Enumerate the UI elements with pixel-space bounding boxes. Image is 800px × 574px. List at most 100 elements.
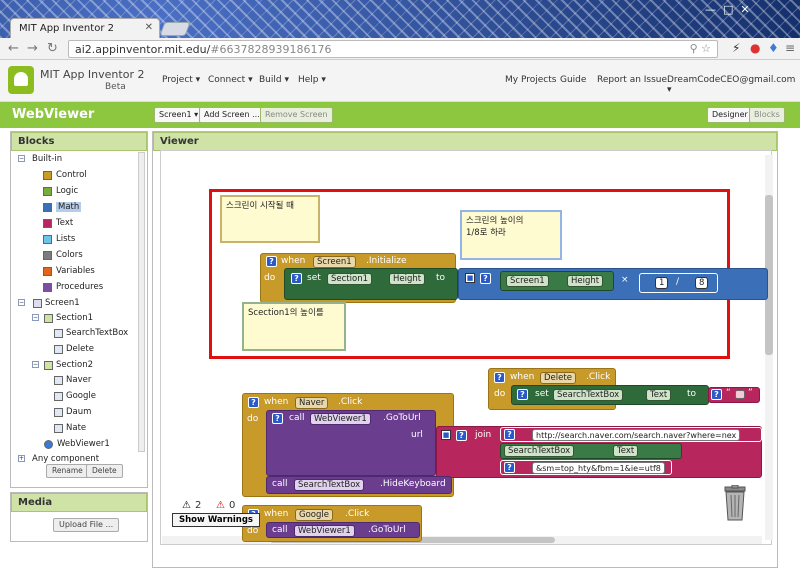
remove-screen-button[interactable]: Remove Screen (260, 107, 333, 123)
collapse-toggle[interactable]: − (32, 314, 39, 321)
help-icon[interactable]: ? (266, 256, 277, 267)
webviewer1-node[interactable]: WebViewer1 (57, 439, 110, 449)
builtin-item-text[interactable]: Text (56, 218, 73, 228)
property-dropdown[interactable]: Text (646, 389, 672, 401)
section1-node[interactable]: Section1 (56, 313, 93, 323)
help-icon[interactable]: ? (494, 372, 505, 383)
help-icon[interactable]: ? (504, 462, 515, 473)
search-icon[interactable]: ⚲ ☆ (690, 42, 711, 55)
browser-tab[interactable]: MIT App Inventor 2 ✕ (10, 18, 160, 38)
forward-icon[interactable]: → (27, 41, 38, 56)
section1-item[interactable]: SearchTextBox (66, 328, 128, 338)
designer-button[interactable]: Designer (707, 107, 753, 123)
section1-item[interactable]: Delete (66, 344, 94, 354)
browser-toolbar: ← → ↻ ai2.appinventor.mit.edu/#663782893… (0, 38, 800, 60)
component-dropdown[interactable]: Naver (295, 397, 329, 409)
screen-select-button[interactable]: Screen1 ▾ (154, 107, 204, 123)
reload-icon[interactable]: ↻ (47, 41, 58, 56)
menu-report-issue[interactable]: Report an Issue (597, 75, 667, 85)
mutator-gear-icon[interactable]: ■ (441, 430, 451, 440)
component-dropdown[interactable]: SearchTextBox (504, 445, 575, 457)
menu-icon[interactable]: ≡ (785, 41, 795, 55)
error-icon: ⚠ (216, 500, 225, 511)
component-dropdown[interactable]: WebViewer1 (294, 525, 355, 537)
builtin-item-variables[interactable]: Variables (56, 266, 95, 276)
help-icon[interactable]: ? (248, 397, 259, 408)
section2-item[interactable]: Daum (66, 407, 91, 417)
upload-file-button[interactable]: Upload File ... (53, 518, 120, 532)
builtin-item-logic[interactable]: Logic (56, 186, 78, 196)
blocks-scrollbar[interactable] (138, 152, 145, 452)
empty-string-field[interactable] (735, 390, 745, 399)
builtin-item-math[interactable]: Math (56, 202, 82, 212)
component-dropdown[interactable]: WebViewer1 (310, 413, 371, 425)
address-bar[interactable]: ai2.appinventor.mit.edu/#663782893918617… (68, 40, 718, 58)
component-dropdown[interactable]: SearchTextBox (294, 479, 365, 491)
collapse-toggle[interactable]: − (32, 361, 39, 368)
property-dropdown[interactable]: Height (389, 273, 426, 285)
back-icon[interactable]: ← (8, 41, 19, 56)
builtin-node[interactable]: Built-in (32, 154, 62, 164)
screen1-node[interactable]: Screen1 (45, 298, 80, 308)
extension-icon[interactable]: ⚡ (732, 41, 740, 55)
blocks-button[interactable]: Blocks (749, 107, 785, 123)
extension-icon-2[interactable]: ● (750, 41, 760, 55)
url-socket-label: url (411, 430, 423, 440)
comment-note[interactable]: 스크린이 시작될 때 (220, 195, 320, 243)
any-component-node[interactable]: Any component (32, 454, 99, 464)
builtin-item-lists[interactable]: Lists (56, 234, 75, 244)
help-icon[interactable]: ? (517, 389, 528, 400)
help-icon[interactable]: ? (456, 430, 467, 441)
property-dropdown[interactable]: Text (613, 445, 639, 457)
builtin-item-colors[interactable]: Colors (56, 250, 83, 260)
show-warnings-button[interactable]: Show Warnings (172, 513, 260, 527)
component-dropdown[interactable]: SearchTextBox (553, 389, 624, 401)
menu-help[interactable]: Help ▾ (298, 75, 326, 85)
component-dropdown[interactable]: Google (295, 509, 333, 521)
help-icon[interactable]: ? (480, 273, 491, 284)
section2-node[interactable]: Section2 (56, 360, 93, 370)
component-dropdown[interactable]: Delete (540, 372, 576, 384)
comment-note[interactable]: Scection1의 높이를 (242, 302, 346, 351)
builtin-item-procedures[interactable]: Procedures (56, 282, 103, 292)
help-icon[interactable]: ? (711, 389, 722, 400)
new-tab-button[interactable] (159, 22, 191, 36)
category-color-icon (43, 171, 52, 180)
help-icon[interactable]: ? (504, 429, 515, 440)
collapse-toggle[interactable]: − (18, 299, 25, 306)
menu-project[interactable]: Project ▾ (162, 75, 200, 85)
menu-account[interactable]: DreamCodeCEO@gmail.com ▾ (667, 75, 800, 95)
comment-note[interactable]: 스크린의 높이의 1/8로 하라 (460, 210, 562, 260)
category-color-icon (43, 219, 52, 228)
expand-toggle[interactable]: + (18, 455, 25, 462)
help-icon[interactable]: ? (291, 273, 302, 284)
trash-icon[interactable] (722, 485, 748, 521)
menu-my-projects[interactable]: My Projects (505, 75, 556, 85)
python-extension-icon[interactable]: ♦ (768, 41, 779, 55)
add-screen-button[interactable]: Add Screen ... (199, 107, 265, 123)
section2-item[interactable]: Naver (66, 375, 91, 385)
builtin-item-control[interactable]: Control (56, 170, 87, 180)
section2-item[interactable]: Nate (66, 423, 86, 433)
menu-connect[interactable]: Connect ▾ (208, 75, 253, 85)
component-dropdown[interactable]: Screen1 (506, 275, 549, 287)
naver-url-text[interactable]: http://search.naver.com/search.naver?whe… (532, 429, 741, 441)
rename-button[interactable]: Rename (46, 464, 89, 478)
category-color-icon (43, 187, 52, 196)
component-dropdown[interactable]: Screen1 (313, 256, 356, 268)
naver-suffix-text[interactable]: &sm=top_hty&fbm=1&ie=utf8 (532, 462, 665, 474)
event-name: .Click (586, 372, 611, 382)
close-icon[interactable]: ✕ (145, 22, 153, 33)
section2-item[interactable]: Google (66, 391, 96, 401)
window-controls[interactable]: — □ ✕ (705, 3, 750, 16)
number-1[interactable]: 1 (655, 277, 669, 289)
help-icon[interactable]: ? (272, 413, 283, 424)
property-dropdown[interactable]: Height (567, 275, 604, 287)
collapse-toggle[interactable]: − (18, 155, 25, 162)
delete-button[interactable]: Delete (86, 464, 123, 478)
component-dropdown[interactable]: Section1 (327, 273, 372, 285)
mutator-gear-icon[interactable]: ■ (465, 273, 475, 283)
menu-build[interactable]: Build ▾ (259, 75, 289, 85)
number-8[interactable]: 8 (695, 277, 709, 289)
menu-guide[interactable]: Guide (560, 75, 586, 85)
